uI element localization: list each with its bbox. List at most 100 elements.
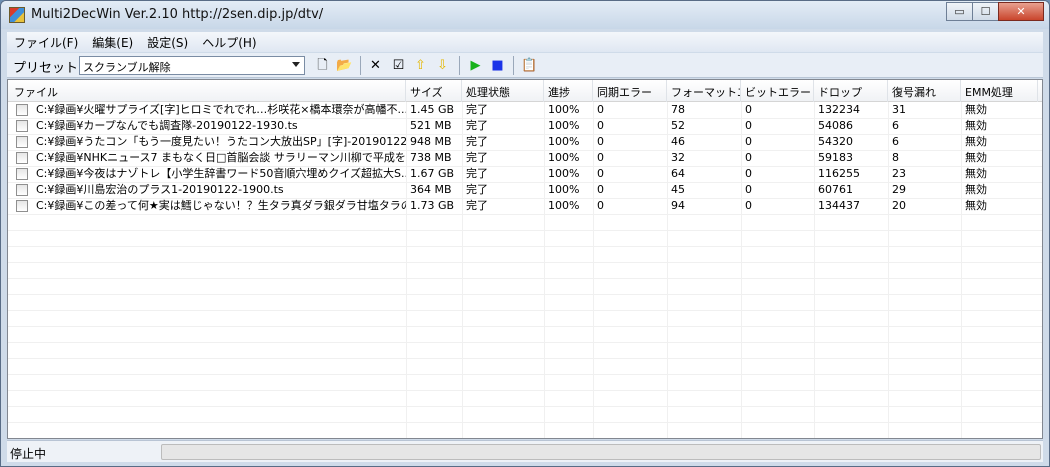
table-cell: 8 bbox=[892, 151, 899, 164]
table-cell: 0 bbox=[597, 167, 604, 180]
menu-bar: ファイル(F) 編集(E) 設定(S) ヘルプ(H) bbox=[7, 32, 1043, 52]
grid-line bbox=[8, 406, 1042, 407]
table-cell: 0 bbox=[597, 151, 604, 164]
table-cell: 100% bbox=[548, 119, 580, 132]
table-cell: 364 MB bbox=[410, 183, 452, 196]
table-cell: 1.67 GB bbox=[410, 167, 455, 180]
table-cell: 23 bbox=[892, 167, 906, 180]
table-cell: 948 MB bbox=[410, 135, 452, 148]
move-up-icon[interactable]: ⇧ bbox=[413, 58, 428, 73]
grid-line bbox=[8, 390, 1042, 391]
move-down-icon[interactable]: ⇩ bbox=[435, 58, 450, 73]
column-header[interactable]: ビットエラー bbox=[741, 80, 814, 102]
table-cell: 完了 bbox=[466, 167, 488, 180]
column-header[interactable]: 進捗 bbox=[544, 80, 593, 102]
grid-line bbox=[8, 310, 1042, 311]
grid-line bbox=[8, 262, 1042, 263]
menu-help[interactable]: ヘルプ(H) bbox=[195, 34, 263, 51]
table-cell: 45 bbox=[671, 183, 685, 196]
table-cell: 6 bbox=[892, 119, 899, 132]
delete-icon[interactable]: ✕ bbox=[368, 58, 383, 73]
column-header[interactable]: ドロップ bbox=[814, 80, 888, 102]
table-cell: 32 bbox=[671, 151, 685, 164]
column-header[interactable]: サイズ bbox=[406, 80, 462, 102]
row-checkbox[interactable] bbox=[16, 104, 28, 116]
table-cell: 116255 bbox=[818, 167, 860, 180]
column-header[interactable]: ファイル bbox=[8, 80, 406, 102]
table-cell: 完了 bbox=[466, 119, 488, 132]
preset-dropdown[interactable]: スクランブル解除 bbox=[79, 56, 305, 75]
row-checkbox[interactable] bbox=[16, 200, 28, 212]
column-header[interactable]: 復号漏れ bbox=[888, 80, 961, 102]
column-header[interactable]: フォーマットエラー bbox=[667, 80, 741, 102]
table-cell: 完了 bbox=[466, 103, 488, 116]
grid-line bbox=[8, 342, 1042, 343]
table-row[interactable]: C:¥録画¥カープなんでも調査隊-20190122-1930.ts 521 MB 完… bbox=[8, 118, 1042, 134]
menu-edit[interactable]: 編集(E) bbox=[85, 34, 140, 51]
table-cell: C:¥録画¥カープなんでも調査隊-20190122-1930.ts bbox=[36, 119, 298, 132]
table-cell: 29 bbox=[892, 183, 906, 196]
row-checkbox[interactable] bbox=[16, 184, 28, 196]
menu-file[interactable]: ファイル(F) bbox=[7, 34, 85, 51]
table-cell: 完了 bbox=[466, 151, 488, 164]
preset-label: プリセット bbox=[13, 61, 79, 76]
table-cell: 134437 bbox=[818, 199, 860, 212]
column-header[interactable]: 同期エラー bbox=[593, 80, 667, 102]
table-cell: 78 bbox=[671, 103, 685, 116]
table-row[interactable]: C:¥録画¥この差って何★実は鱈じゃない！？生タラ真ダラ銀ダラ甘塩タラの差...… bbox=[8, 198, 1042, 214]
new-file-icon[interactable]: 🗋 bbox=[315, 58, 330, 73]
table-cell: 20 bbox=[892, 199, 906, 212]
row-checkbox[interactable] bbox=[16, 120, 28, 132]
title-bar[interactable]: Multi2DecWin Ver.2.10 http://2sen.dip.jp… bbox=[1, 1, 1049, 29]
table-cell: 0 bbox=[745, 199, 752, 212]
app-icon bbox=[9, 7, 25, 23]
table-cell: 完了 bbox=[466, 183, 488, 196]
table-row[interactable]: C:¥録画¥今夜はナゾトレ【小学生辞書ワード50音順穴埋めクイズ超拡大S... 1… bbox=[8, 166, 1042, 182]
table-row[interactable]: C:¥録画¥川島宏治のプラス1-20190122-1900.ts 364 MB 完了… bbox=[8, 182, 1042, 198]
window-controls: ▭ ☐ ✕ bbox=[946, 2, 1044, 21]
table-cell: 100% bbox=[548, 183, 580, 196]
grid-line bbox=[8, 246, 1042, 247]
table-cell: 132234 bbox=[818, 103, 860, 116]
table-cell: 0 bbox=[597, 183, 604, 196]
grid-line bbox=[8, 358, 1042, 359]
table-cell: 0 bbox=[745, 183, 752, 196]
grid-line bbox=[8, 294, 1042, 295]
chevron-down-icon bbox=[292, 62, 300, 67]
table-cell: 0 bbox=[745, 119, 752, 132]
table-cell: 100% bbox=[548, 167, 580, 180]
open-folder-icon[interactable]: 📂 bbox=[336, 58, 352, 73]
menu-settings[interactable]: 設定(S) bbox=[140, 34, 195, 51]
row-checkbox[interactable] bbox=[16, 136, 28, 148]
status-bar: 停止中 bbox=[7, 440, 1043, 462]
table-cell: 無効 bbox=[965, 135, 987, 148]
row-checkbox[interactable] bbox=[16, 152, 28, 164]
table-row[interactable]: C:¥録画¥火曜サプライズ[字]ヒロミでれでれ…杉咲花×橋本環奈が高幡不... 1… bbox=[8, 102, 1042, 118]
log-icon[interactable]: 📋 bbox=[521, 58, 537, 73]
table-cell: 0 bbox=[597, 103, 604, 116]
table-cell: 完了 bbox=[466, 135, 488, 148]
table-cell: C:¥録画¥NHKニュース7 まもなく日□首脳会談 サラリーマン川柳で平成を..… bbox=[36, 151, 406, 164]
toolbar-separator bbox=[360, 56, 361, 75]
grid-line bbox=[8, 422, 1042, 423]
table-cell: 6 bbox=[892, 135, 899, 148]
play-icon[interactable]: ▶ bbox=[468, 58, 483, 73]
row-checkbox[interactable] bbox=[16, 168, 28, 180]
progress-bar bbox=[161, 444, 1041, 460]
column-header[interactable]: 処理状態 bbox=[462, 80, 544, 102]
column-header[interactable]: EMM処理 bbox=[961, 80, 1038, 102]
table-row[interactable]: C:¥録画¥NHKニュース7 まもなく日□首脳会談 サラリーマン川柳で平成を..… bbox=[8, 150, 1042, 166]
grid-line bbox=[8, 214, 1042, 215]
file-list[interactable]: ファイルサイズ処理状態進捗同期エラーフォーマットエラービットエラードロップ復号漏… bbox=[7, 79, 1043, 439]
window-title: Multi2DecWin Ver.2.10 http://2sen.dip.jp… bbox=[31, 7, 324, 22]
grid-line bbox=[8, 278, 1042, 279]
grid-line bbox=[8, 438, 1043, 439]
stop-icon[interactable]: ■ bbox=[490, 58, 505, 73]
table-row[interactable]: C:¥録画¥うたコン「もう一度見たい！うたコン大放出SP」[字]-2019012… bbox=[8, 134, 1042, 150]
maximize-button[interactable]: ☐ bbox=[972, 2, 999, 21]
check-icon[interactable]: ☑ bbox=[391, 58, 406, 73]
close-button[interactable]: ✕ bbox=[998, 2, 1044, 21]
main-window: Multi2DecWin Ver.2.10 http://2sen.dip.jp… bbox=[0, 0, 1050, 467]
table-cell: 0 bbox=[745, 103, 752, 116]
minimize-button[interactable]: ▭ bbox=[946, 2, 973, 21]
